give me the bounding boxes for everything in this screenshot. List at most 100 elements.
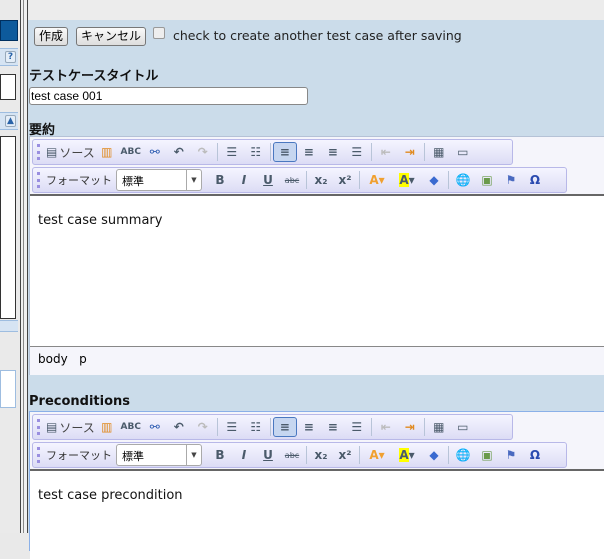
underline-icon[interactable]: U <box>256 170 280 190</box>
outdent-icon[interactable]: ⇤ <box>374 417 398 437</box>
chevron-down-icon: ▼ <box>186 170 201 190</box>
create-another-checkbox[interactable] <box>153 27 165 39</box>
strikethrough-icon[interactable]: abc <box>280 445 304 465</box>
spellcheck-icon[interactable]: ABC <box>119 142 143 162</box>
cancel-button[interactable]: キャンセル <box>76 27 147 46</box>
left-panel-list[interactable] <box>0 370 16 408</box>
create-button[interactable]: 作成 <box>34 27 69 46</box>
help-button[interactable]: ? <box>5 51 16 63</box>
text-color-icon[interactable]: A▾ <box>362 445 392 465</box>
text-color-icon[interactable]: A▾ <box>362 170 392 190</box>
find-icon[interactable]: ⚯ <box>143 142 167 162</box>
align-left-icon[interactable]: ≡ <box>272 417 297 437</box>
left-panel-header <box>0 20 18 41</box>
superscript-icon[interactable]: x² <box>333 445 357 465</box>
redo-icon[interactable]: ↷ <box>191 417 215 437</box>
background-color-icon[interactable]: A ▾ <box>392 170 422 190</box>
source-icon: ▤ <box>46 420 58 434</box>
spellcheck-icon[interactable]: ABC <box>119 417 143 437</box>
link-icon[interactable]: 🌐 <box>451 445 475 465</box>
panel-splitter[interactable] <box>20 0 28 533</box>
indent-icon[interactable]: ⇥ <box>398 142 422 162</box>
align-right-icon[interactable]: ≡ <box>321 142 345 162</box>
left-panel: ? ▲ <box>0 0 20 533</box>
top-gap <box>28 0 604 20</box>
source-icon: ▤ <box>46 145 58 159</box>
undo-icon[interactable]: ↶ <box>167 142 191 162</box>
justify-icon[interactable]: ☰ <box>345 142 369 162</box>
align-right-icon[interactable]: ≡ <box>321 417 345 437</box>
toolbar-grip <box>37 172 40 188</box>
editor-toolbar-row2: フォーマット 標準 ▼ B I U abc x₂ x² A▾ A ▾ ◆ 🌐 ▣ ⚑… <box>32 442 567 468</box>
toolbar-grip <box>37 419 40 435</box>
preconditions-label: Preconditions <box>29 394 131 409</box>
background-color-icon[interactable]: A ▾ <box>392 445 422 465</box>
justify-icon[interactable]: ☰ <box>345 417 369 437</box>
toolbar-grip <box>37 447 40 463</box>
templates-icon[interactable]: ▥ <box>95 417 119 437</box>
format-label: フォーマット <box>46 174 112 187</box>
create-another-label: check to create another test case after … <box>173 28 462 43</box>
indent-icon[interactable]: ⇥ <box>398 417 422 437</box>
strikethrough-icon[interactable]: abc <box>280 170 304 190</box>
horizontal-rule-icon[interactable]: ▭ <box>451 417 475 437</box>
align-center-icon[interactable]: ≡ <box>297 142 321 162</box>
italic-icon[interactable]: I <box>232 445 256 465</box>
bold-icon[interactable]: B <box>208 170 232 190</box>
eraser-icon[interactable]: ◆ <box>422 445 446 465</box>
left-panel-divider <box>0 320 18 332</box>
eraser-icon[interactable]: ◆ <box>422 170 446 190</box>
ordered-list-icon[interactable]: ☰ <box>220 142 244 162</box>
bulleted-list-icon[interactable]: ☷ <box>244 142 268 162</box>
summary-content[interactable]: test case summary <box>30 194 604 347</box>
bulleted-list-icon[interactable]: ☷ <box>244 417 268 437</box>
undo-icon[interactable]: ↶ <box>167 417 191 437</box>
align-center-icon[interactable]: ≡ <box>297 417 321 437</box>
toolbar-grip <box>37 144 40 160</box>
path-body[interactable]: body <box>38 352 68 366</box>
format-select[interactable]: 標準 ▼ <box>116 444 202 466</box>
test-case-form: 作成 キャンセル check to create another test ca… <box>28 20 604 559</box>
bold-icon[interactable]: B <box>208 445 232 465</box>
superscript-icon[interactable]: x² <box>333 170 357 190</box>
table-icon[interactable]: ▦ <box>427 417 451 437</box>
left-panel-input[interactable] <box>0 74 16 100</box>
source-button[interactable]: ▤ ソース <box>46 142 95 162</box>
editor-toolbar-row1: ▤ ソース ▥ ABC ⚯ ↶ ↷ ☰ ☷ ≡ ≡ ≡ ☰ ⇤ ⇥ ▦ ▭ <box>32 139 513 165</box>
format-select[interactable]: 標準 ▼ <box>116 169 202 191</box>
link-icon[interactable]: 🌐 <box>451 170 475 190</box>
title-label: テストケースタイトル <box>29 69 159 84</box>
italic-icon[interactable]: I <box>232 170 256 190</box>
title-input[interactable]: test case 001 <box>29 87 308 105</box>
subscript-icon[interactable]: x₂ <box>309 170 333 190</box>
preconditions-content[interactable]: test case precondition <box>30 469 604 559</box>
source-button[interactable]: ▤ ソース <box>46 417 95 437</box>
preconditions-editor: ▤ ソース ▥ ABC ⚯ ↶ ↷ ☰ ☷ ≡ ≡ ≡ ☰ ⇤ ⇥ ▦ ▭ フォー… <box>29 411 604 559</box>
path-p[interactable]: p <box>79 352 87 366</box>
find-icon[interactable]: ⚯ <box>143 417 167 437</box>
anchor-flag-icon[interactable]: ⚑ <box>499 170 523 190</box>
left-panel-toolbar-2: ▲ <box>0 112 18 130</box>
outdent-icon[interactable]: ⇤ <box>374 142 398 162</box>
align-left-icon[interactable]: ≡ <box>272 142 297 162</box>
ordered-list-icon[interactable]: ☰ <box>220 417 244 437</box>
templates-icon[interactable]: ▥ <box>95 142 119 162</box>
special-char-icon[interactable]: Ω <box>523 445 547 465</box>
element-path: body p <box>30 346 604 375</box>
editor-toolbar-row2: フォーマット 標準 ▼ B I U abc x₂ x² A▾ A ▾ ◆ 🌐 ▣ ⚑… <box>32 167 567 193</box>
image-icon[interactable]: ▣ <box>475 445 499 465</box>
collapse-button[interactable]: ▲ <box>5 115 16 127</box>
horizontal-rule-icon[interactable]: ▭ <box>451 142 475 162</box>
anchor-flag-icon[interactable]: ⚑ <box>499 445 523 465</box>
special-char-icon[interactable]: Ω <box>523 170 547 190</box>
subscript-icon[interactable]: x₂ <box>309 445 333 465</box>
left-panel-tree[interactable] <box>0 136 16 319</box>
redo-icon[interactable]: ↷ <box>191 142 215 162</box>
chevron-down-icon: ▼ <box>186 445 201 465</box>
left-panel-toolbar: ? <box>0 48 18 66</box>
underline-icon[interactable]: U <box>256 445 280 465</box>
summary-editor: ▤ ソース ▥ ABC ⚯ ↶ ↷ ☰ ☷ ≡ ≡ ≡ ☰ ⇤ ⇥ ▦ ▭ フォー… <box>29 136 604 375</box>
image-icon[interactable]: ▣ <box>475 170 499 190</box>
table-icon[interactable]: ▦ <box>427 142 451 162</box>
editor-toolbar-row1: ▤ ソース ▥ ABC ⚯ ↶ ↷ ☰ ☷ ≡ ≡ ≡ ☰ ⇤ ⇥ ▦ ▭ <box>32 414 513 440</box>
